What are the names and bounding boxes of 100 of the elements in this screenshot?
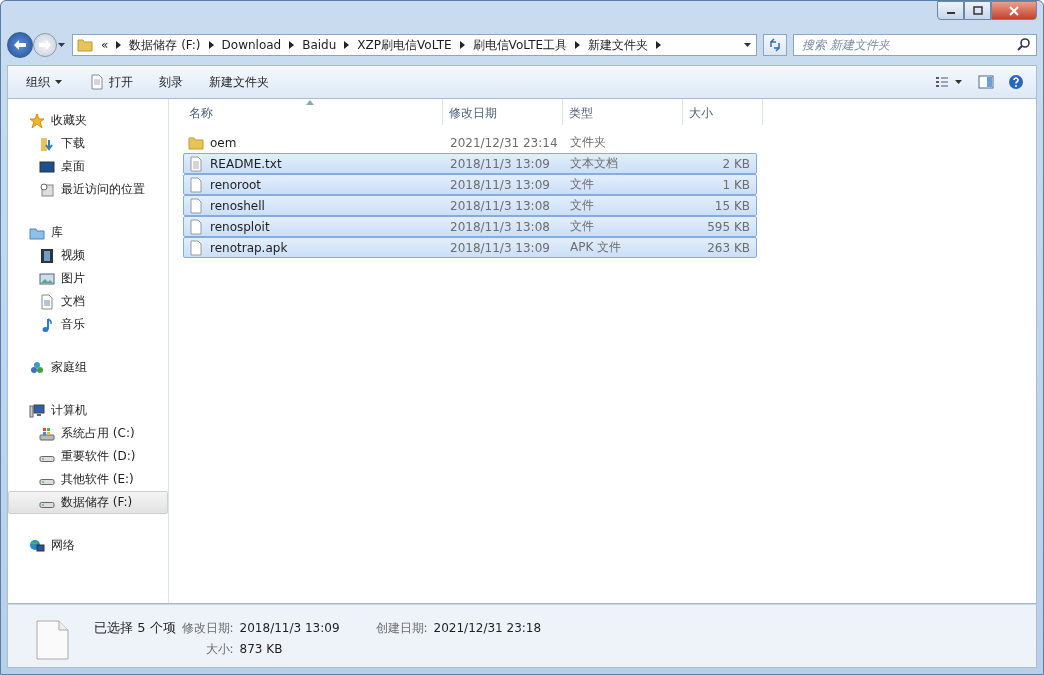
nav-item[interactable]: 系统占用 (C:) [8, 422, 168, 445]
computer-icon [29, 402, 45, 419]
nav-item[interactable]: 桌面 [8, 155, 168, 178]
modified-date: 2018/11/3 13:08 [449, 219, 551, 234]
nav-item[interactable]: 图片 [8, 267, 168, 290]
music-note-icon [39, 316, 55, 333]
nav-group[interactable]: 网络 [8, 534, 168, 557]
breadcrumb[interactable]: Baidu [300, 38, 339, 52]
file-row[interactable]: renosploit 2018/11/3 13:08 文件 595 KB [183, 216, 757, 237]
breadcrumb[interactable]: XZP刷电信VoLTE [355, 36, 454, 54]
nav-item[interactable]: 最近访问的位置 [8, 178, 168, 201]
dropdown-icon[interactable] [743, 42, 752, 48]
file-row[interactable]: oem 2021/12/31 23:14 文件夹 [183, 132, 757, 153]
file-row[interactable]: renoroot 2018/11/3 13:09 文件 1 KB [183, 174, 757, 195]
help-icon[interactable] [1008, 74, 1024, 90]
file-name: README.txt [210, 156, 282, 171]
file-type: APK 文件 [569, 239, 623, 256]
file-stack-icon [34, 619, 70, 661]
file-icon [188, 239, 204, 256]
open-button[interactable]: 打开 [83, 70, 139, 94]
column-header[interactable]: 大小 [683, 99, 763, 125]
selection-summary: 已选择 5 个项 [94, 619, 176, 637]
system-drive-icon [39, 425, 55, 442]
address-bar[interactable]: « 数据储存 (F:) Download Baidu XZP刷电信VoLTE 刷电信VoLTE工具 新建文件夹 [72, 34, 757, 56]
recent-places-icon [39, 181, 55, 198]
toolbar-button[interactable]: 新建文件夹 [203, 70, 275, 94]
minimize-button[interactable] [937, 1, 964, 20]
modified-date: 2021/12/31 23:14 [449, 135, 559, 150]
refresh-button[interactable] [763, 34, 787, 56]
column-header[interactable]: 修改日期 [443, 99, 563, 125]
overflow-mark[interactable]: « [99, 38, 111, 52]
nav-item[interactable]: 文档 [8, 290, 168, 313]
file-name: renoroot [210, 177, 262, 192]
file-icon [188, 218, 204, 235]
file-icon [188, 176, 204, 193]
breadcrumb[interactable]: 刷电信VoLTE工具 [470, 36, 570, 54]
file-type: 文件 [569, 197, 595, 214]
detail-value: 2021/12/31 23:18 [433, 621, 542, 635]
desktop-icon [39, 158, 55, 175]
file-size: 2 KB [721, 156, 751, 171]
maximize-button[interactable] [964, 1, 991, 20]
file-row[interactable]: renoshell 2018/11/3 13:08 文件 15 KB [183, 195, 757, 216]
close-icon [1009, 5, 1019, 16]
nav-group[interactable]: 计算机 [8, 399, 168, 422]
nav-item[interactable]: 其他软件 (E:) [8, 468, 168, 491]
chevron-right-icon [116, 41, 122, 49]
close-button[interactable] [991, 1, 1037, 20]
maximize-icon [972, 6, 983, 15]
nav-item[interactable]: 下载 [8, 132, 168, 155]
file-type: 文本文档 [569, 155, 619, 172]
chevron-right-icon [459, 41, 465, 49]
film-icon [39, 247, 55, 264]
caret-icon [54, 79, 63, 85]
file-row[interactable]: renotrap.apk 2018/11/3 13:09 APK 文件 263 KB [183, 237, 757, 258]
file-name: renoshell [210, 198, 265, 213]
detail-label: 修改日期: [181, 620, 234, 637]
detail-value: 873 KB [239, 642, 284, 656]
file-name: renotrap.apk [210, 240, 288, 255]
drive-icon [39, 455, 55, 462]
folder-icon [188, 134, 204, 151]
back-button[interactable] [7, 32, 33, 58]
chevron-right-icon [575, 41, 581, 49]
chevron-right-icon [289, 41, 295, 49]
modified-date: 2018/11/3 13:08 [449, 198, 551, 213]
file-type: 文件 [569, 176, 595, 193]
nav-item[interactable]: 视频 [8, 244, 168, 267]
file-row[interactable]: README.txt 2018/11/3 13:09 文本文档 2 KB [183, 153, 757, 174]
organize-menu[interactable]: 组织 [20, 70, 69, 94]
breadcrumb[interactable]: 数据储存 (F:) [127, 36, 203, 54]
breadcrumb[interactable]: 新建文件夹 [586, 36, 651, 54]
file-icon [188, 197, 204, 214]
nav-group[interactable]: 收藏夹 [8, 109, 168, 132]
drive-icon [39, 478, 55, 485]
file-name: oem [210, 135, 237, 150]
refresh-icon [768, 38, 782, 52]
detail-label: 大小: [204, 641, 234, 658]
nav-item[interactable]: 音乐 [8, 313, 168, 336]
preview-pane-icon[interactable] [978, 75, 994, 89]
nav-group[interactable]: 库 [8, 221, 168, 244]
breadcrumb[interactable]: Download [219, 38, 284, 52]
column-header[interactable]: 类型 [563, 99, 683, 125]
view-options-icon[interactable] [936, 76, 964, 88]
file-size: 1 KB [721, 177, 751, 192]
network-icon [29, 537, 45, 554]
modified-date: 2018/11/3 13:09 [449, 177, 551, 192]
nav-item[interactable]: 重要软件 (D:) [8, 445, 168, 468]
file-size: 15 KB [713, 198, 751, 213]
nav-item[interactable]: 数据储存 (F:) [8, 491, 168, 514]
file-size: 595 KB [706, 219, 751, 234]
file-type: 文件 [569, 218, 595, 235]
chevron-right-icon [344, 41, 350, 49]
history-dropdown-icon[interactable] [57, 42, 66, 48]
search-field[interactable]: 搜索 新建文件夹 [793, 34, 1037, 56]
nav-group[interactable]: 家庭组 [8, 356, 168, 379]
document-icon [39, 293, 55, 310]
modified-date: 2018/11/3 13:09 [449, 240, 551, 255]
drive-icon [39, 501, 55, 508]
toolbar-button[interactable]: 刻录 [153, 70, 189, 94]
picture-icon [39, 270, 55, 287]
sort-arrow-icon [306, 100, 314, 105]
